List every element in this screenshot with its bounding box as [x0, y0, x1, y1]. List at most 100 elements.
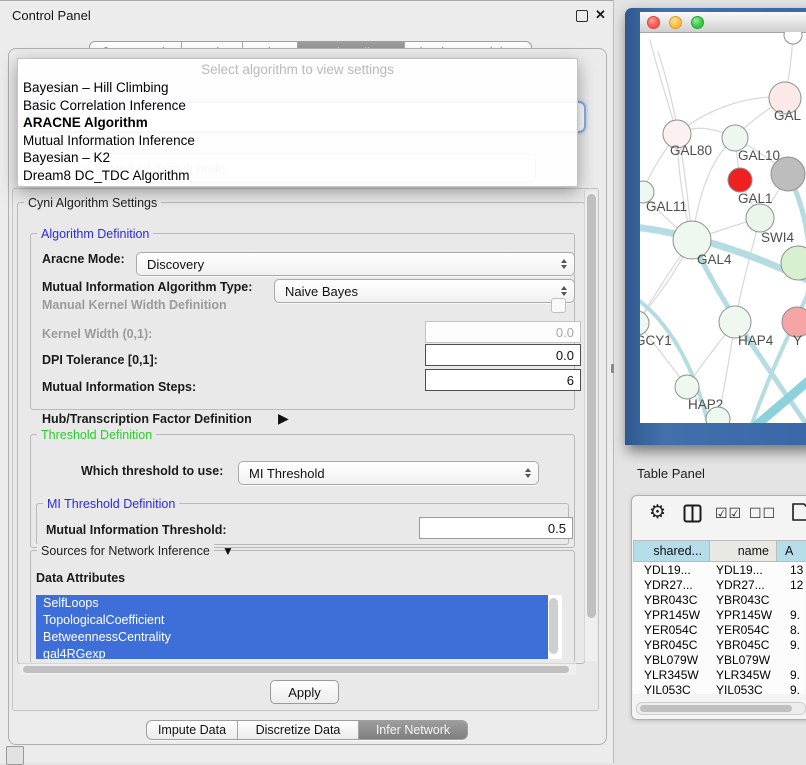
manual-kernel-label: Manual Kernel Width Definition	[42, 298, 227, 312]
algorithm-option[interactable]: Bayesian – K2	[18, 149, 577, 167]
table-hscroll-thumb[interactable]	[640, 705, 792, 712]
table-cell[interactable]: YLR345W	[633, 668, 710, 682]
expand-right-icon[interactable]: ▶	[278, 410, 289, 427]
algorithm-option[interactable]: Basic Correlation Inference	[18, 97, 577, 115]
settings-horizontal-scrollbar[interactable]	[20, 663, 576, 675]
column-header-shared-name[interactable]: shared...	[633, 540, 710, 562]
algorithm-option[interactable]: Dream8 DC_TDC Algorithm	[18, 167, 577, 185]
table-cell[interactable]: 8.	[777, 623, 800, 637]
table-horizontal-scrollbar[interactable]	[636, 702, 806, 715]
tab-impute-data[interactable]: Impute Data	[147, 721, 237, 739]
collapsed-panel-icon[interactable]	[6, 746, 24, 765]
network-view-inner: GALGAL80GAL10GAL11GAL1SWI4GAL4GCY1HAP4YH…	[640, 12, 806, 423]
table-function-icon[interactable]	[791, 502, 806, 522]
table-cell[interactable]: YIL053C	[633, 683, 710, 695]
table-cell[interactable]: YBL079W	[633, 653, 710, 667]
network-node[interactable]	[728, 168, 752, 192]
kernel-width-field[interactable]: 0.0	[425, 321, 581, 343]
mi-threshold-field[interactable]: 0.5	[419, 517, 573, 539]
column-header-name[interactable]: name	[710, 540, 777, 562]
close-icon[interactable]: ✕	[595, 7, 606, 23]
table-cell[interactable]: 13	[777, 563, 803, 577]
table-cell[interactable]: 9.	[777, 608, 800, 622]
collapse-down-icon[interactable]: ▼	[222, 544, 234, 558]
hub-definition-label[interactable]: Hub/Transcription Factor Definition	[42, 412, 252, 426]
settings-hscroll-thumb[interactable]	[23, 666, 569, 673]
algorithm-option[interactable]: Bayesian – Hill Climbing	[18, 79, 577, 97]
aracne-mode-combobox[interactable]: Discovery	[136, 252, 575, 276]
attributes-list-scrollbar[interactable]	[549, 598, 558, 654]
network-node[interactable]	[675, 375, 699, 399]
network-window-titlebar[interactable]	[640, 12, 806, 33]
minimize-traffic-light-icon[interactable]	[669, 16, 682, 29]
table-cell[interactable]: YDL19...	[710, 563, 777, 577]
close-traffic-light-icon[interactable]	[647, 16, 660, 29]
manual-kernel-checkbox[interactable]	[551, 298, 566, 313]
network-canvas[interactable]: GALGAL80GAL10GAL11GAL1SWI4GAL4GCY1HAP4YH…	[640, 32, 806, 423]
table-cell[interactable]: YDL19...	[633, 563, 710, 577]
table-cell[interactable]: YLR345W	[710, 668, 777, 682]
table-cell[interactable]: YBR043C	[710, 593, 777, 607]
tab-discretize-data[interactable]: Discretize Data	[237, 721, 358, 739]
zoom-traffic-light-icon[interactable]	[691, 16, 704, 29]
table-cell[interactable]: YBL079W	[710, 653, 777, 667]
table-cell[interactable]: YPR145W	[710, 608, 777, 622]
algorithm-option[interactable]: ARACNE Algorithm	[18, 114, 577, 132]
select-all-icon[interactable]: ☑☑	[715, 505, 742, 522]
settings-vertical-scrollbar[interactable]	[584, 191, 597, 661]
table-row[interactable]: YBR043CYBR043C	[633, 592, 805, 607]
data-attribute-item[interactable]: gal4RGexp	[36, 646, 548, 659]
network-node[interactable]	[746, 204, 774, 232]
control-panel: Control Panel ✕ Network Style Select Cyn…	[0, 0, 614, 763]
table-body[interactable]: YDL19...YDL19...13YDR27...YDR27...12YBR0…	[633, 562, 805, 694]
columns-icon[interactable]	[683, 504, 702, 523]
table-cell[interactable]: YIL053C	[710, 683, 777, 695]
network-edge[interactable]	[650, 40, 677, 134]
network-node[interactable]	[781, 246, 806, 280]
table-cell[interactable]: 9.	[777, 638, 800, 652]
table-cell[interactable]: YPR145W	[633, 608, 710, 622]
table-cell[interactable]: YER054C	[633, 623, 710, 637]
split-pane-handle[interactable]	[611, 364, 614, 373]
network-node[interactable]	[771, 157, 805, 191]
apply-button[interactable]: Apply	[270, 680, 339, 704]
network-node[interactable]	[784, 32, 802, 44]
table-cell[interactable]: YBR045C	[710, 638, 777, 652]
table-cell[interactable]: YDR27...	[633, 578, 710, 592]
which-threshold-combobox[interactable]: MI Threshold	[238, 461, 539, 485]
mi-steps-field[interactable]: 6	[425, 369, 581, 391]
which-threshold-label: Which threshold to use:	[81, 464, 223, 478]
data-attribute-item[interactable]: TopologicalCoefficient	[36, 612, 548, 629]
table-cell[interactable]: 9.	[777, 668, 800, 682]
network-node[interactable]	[640, 311, 649, 335]
table-cell[interactable]: 12	[777, 578, 803, 592]
tab-infer-network[interactable]: Infer Network	[358, 721, 467, 739]
table-row[interactable]: YPR145WYPR145W9.	[633, 607, 805, 622]
deselect-all-icon[interactable]: ☐☐	[749, 505, 776, 522]
float-window-icon[interactable]	[576, 10, 588, 22]
dpi-tolerance-field[interactable]: 0.0	[425, 344, 581, 366]
table-row[interactable]: YER054CYER054C8.	[633, 622, 805, 637]
data-attribute-item[interactable]: BetweennessCentrality	[36, 629, 548, 646]
table-cell[interactable]: YER054C	[710, 623, 777, 637]
table-row[interactable]: YBL079WYBL079W	[633, 652, 805, 667]
table-row[interactable]: YLR345WYLR345W9.	[633, 667, 805, 682]
mi-type-combobox[interactable]: Naive Bayes	[274, 279, 575, 303]
algorithm-option[interactable]: Mutual Information Inference	[18, 132, 577, 150]
table-row[interactable]: YBR045CYBR045C9.	[633, 637, 805, 652]
table-row[interactable]: YDR27...YDR27...12	[633, 577, 805, 592]
column-header-clipped[interactable]: A	[777, 540, 806, 562]
gear-icon[interactable]: ⚙	[649, 501, 666, 524]
node-label: GAL10	[738, 148, 780, 163]
table-cell[interactable]: 9.	[777, 683, 800, 695]
table-cell[interactable]: YDR27...	[710, 578, 777, 592]
settings-vscroll-thumb[interactable]	[587, 194, 596, 618]
data-attributes-list[interactable]: SelfLoopsTopologicalCoefficientBetweenne…	[36, 595, 562, 659]
data-attribute-item[interactable]: SelfLoops	[36, 595, 548, 612]
node-label: GAL	[774, 108, 802, 123]
table-row[interactable]: YIL053CYIL053C9.	[633, 682, 805, 694]
table-cell[interactable]: YBR043C	[633, 593, 710, 607]
table-row[interactable]: YDL19...YDL19...13	[633, 562, 805, 577]
network-graph: GALGAL80GAL10GAL11GAL1SWI4GAL4GCY1HAP4YH…	[640, 32, 806, 423]
table-cell[interactable]: YBR045C	[633, 638, 710, 652]
